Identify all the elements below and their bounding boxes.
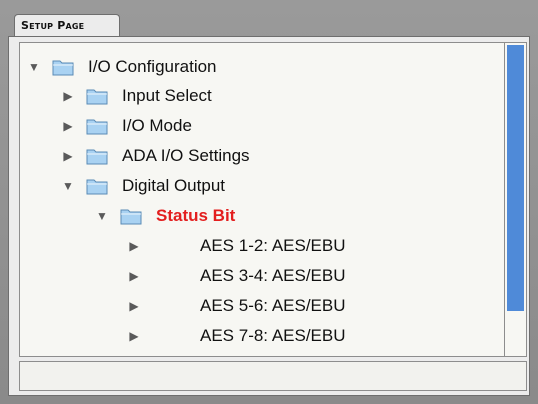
expand-arrow-icon[interactable]: ▼ bbox=[94, 208, 110, 224]
status-bar bbox=[19, 361, 527, 391]
tree-node-label: Digital Output bbox=[122, 176, 225, 195]
tree-node-io-mode[interactable]: ▶ I/O Mode bbox=[60, 114, 192, 138]
collapse-arrow-icon[interactable]: ▶ bbox=[126, 268, 142, 284]
collapse-arrow-icon[interactable]: ▶ bbox=[126, 238, 142, 254]
tree-node-digital-output[interactable]: ▼ Digital Output bbox=[60, 174, 225, 198]
folder-icon bbox=[86, 179, 108, 195]
collapse-arrow-icon[interactable]: ▶ bbox=[60, 148, 76, 164]
folder-icon bbox=[86, 149, 108, 165]
tree-node-ada-io-settings[interactable]: ▶ ADA I/O Settings bbox=[60, 144, 250, 168]
tab-setup-page[interactable]: Setup Page bbox=[14, 14, 120, 36]
tree-leaf-label: AES 3-4: AES/EBU bbox=[200, 266, 346, 285]
expand-arrow-icon[interactable]: ▼ bbox=[26, 59, 42, 75]
tree-leaf-aes-5-6[interactable]: ▶ AES 5-6: AES/EBU bbox=[126, 294, 346, 318]
tree-leaf-label: AES 5-6: AES/EBU bbox=[200, 296, 346, 315]
tree-node-io-configuration[interactable]: ▼ I/O Configuration bbox=[26, 55, 217, 79]
expand-arrow-icon[interactable]: ▼ bbox=[60, 178, 76, 194]
tree-leaf-label: AES 1-2: AES/EBU bbox=[200, 236, 346, 255]
scrollbar-thumb[interactable] bbox=[507, 45, 524, 311]
tab-setup-page-label: Setup Page bbox=[21, 19, 85, 32]
tree-leaf-aes-1-2[interactable]: ▶ AES 1-2: AES/EBU bbox=[126, 234, 346, 258]
collapse-arrow-icon[interactable]: ▶ bbox=[126, 298, 142, 314]
tree-leaf-label: AES 7-8: AES/EBU bbox=[200, 326, 346, 345]
tree-leaf-aes-3-4[interactable]: ▶ AES 3-4: AES/EBU bbox=[126, 264, 346, 288]
vertical-scrollbar[interactable] bbox=[505, 42, 527, 357]
tree-node-input-select[interactable]: ▶ Input Select bbox=[60, 84, 212, 108]
folder-icon bbox=[52, 60, 74, 76]
tree-node-label-selected: Status Bit bbox=[156, 206, 236, 225]
folder-icon bbox=[86, 119, 108, 135]
folder-icon bbox=[120, 209, 142, 225]
collapse-arrow-icon[interactable]: ▶ bbox=[60, 88, 76, 104]
tree-node-label: Input Select bbox=[122, 86, 212, 105]
folder-icon bbox=[86, 89, 108, 105]
tree-view: ▼ I/O Configuration ▶ Input Select ▶ I/O… bbox=[19, 42, 505, 357]
collapse-arrow-icon[interactable]: ▶ bbox=[126, 328, 142, 344]
collapse-arrow-icon[interactable]: ▶ bbox=[60, 118, 76, 134]
tree-node-label: ADA I/O Settings bbox=[122, 146, 250, 165]
tree-node-label: I/O Configuration bbox=[88, 57, 217, 76]
tree-node-status-bit[interactable]: ▼ Status Bit bbox=[94, 204, 235, 228]
setup-panel: ▼ I/O Configuration ▶ Input Select ▶ I/O… bbox=[8, 36, 530, 396]
tree-leaf-aes-7-8[interactable]: ▶ AES 7-8: AES/EBU bbox=[126, 324, 346, 348]
tree-node-label: I/O Mode bbox=[122, 116, 192, 135]
